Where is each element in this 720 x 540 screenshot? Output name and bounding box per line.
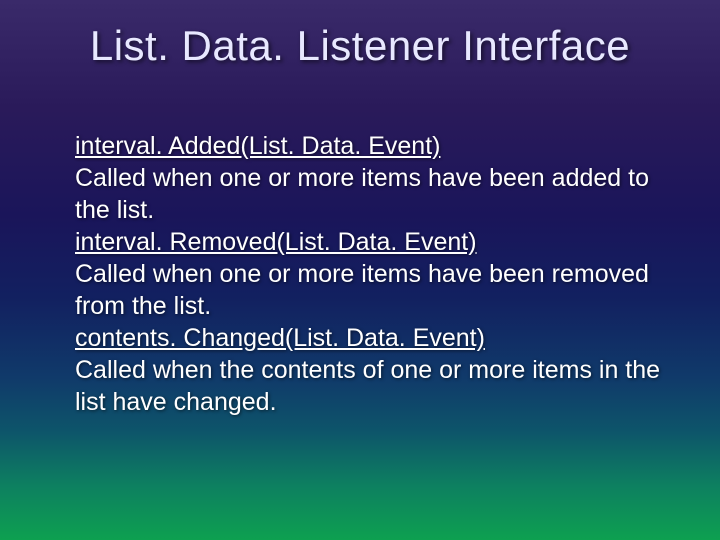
method-description: Called when one or more items have been …: [75, 258, 665, 322]
method-description: Called when the contents of one or more …: [75, 354, 665, 418]
method-name: interval. Removed(List. Data. Event): [75, 226, 665, 258]
slide: List. Data. Listener Interface interval.…: [0, 0, 720, 540]
slide-title: List. Data. Listener Interface: [0, 0, 720, 70]
slide-content: interval. Added(List. Data. Event) Calle…: [75, 130, 665, 418]
method-description: Called when one or more items have been …: [75, 162, 665, 226]
method-name: interval. Added(List. Data. Event): [75, 130, 665, 162]
method-name: contents. Changed(List. Data. Event): [75, 322, 665, 354]
